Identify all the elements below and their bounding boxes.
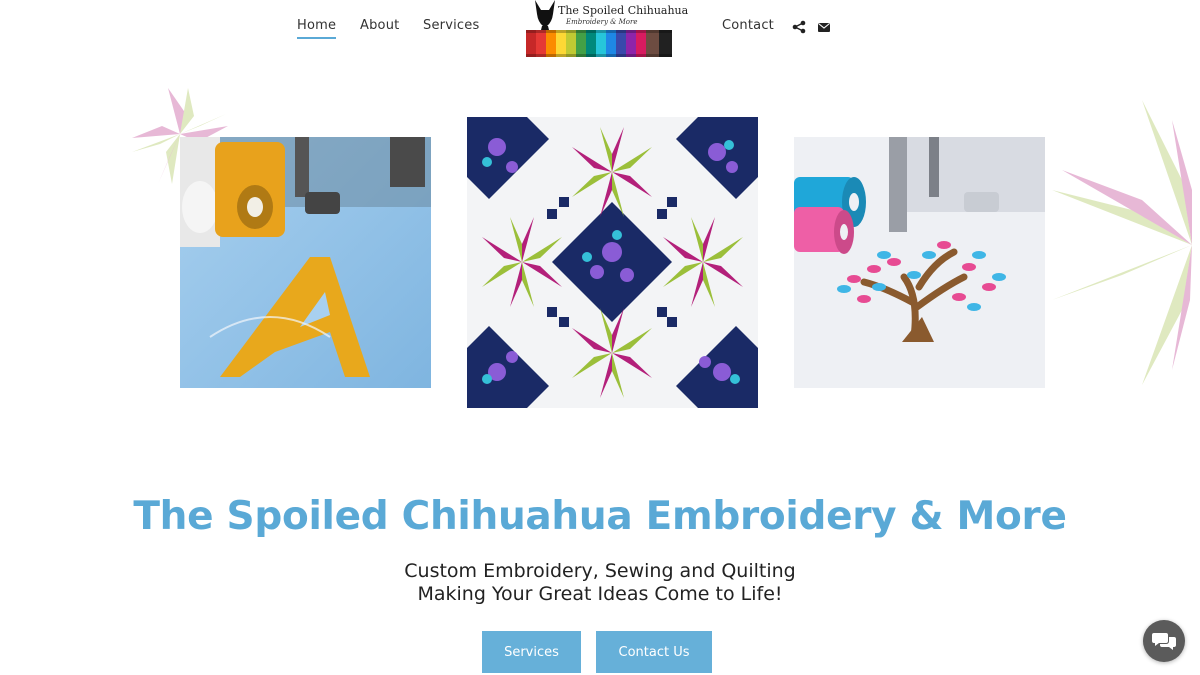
contact-us-button[interactable]: Contact Us [596, 631, 712, 673]
share-icon[interactable] [792, 20, 806, 34]
tagline-line-1: Custom Embroidery, Sewing and Quilting [404, 560, 796, 582]
quilt-photo [467, 117, 758, 408]
chihuahua-logo-icon [535, 0, 555, 30]
nav-services[interactable]: Services [423, 18, 479, 33]
site-logo[interactable]: The Spoiled Chihuahua Embroidery & More [526, 0, 688, 58]
chat-widget-button[interactable] [1143, 620, 1185, 662]
decorative-star-right [1052, 100, 1192, 385]
nav-contact[interactable]: Contact [722, 18, 774, 33]
hero-title: The Spoiled Chihuahua Embroidery & More [133, 494, 1067, 539]
embroidery-tree-photo [794, 137, 1045, 388]
chat-bubbles-icon [1152, 633, 1176, 650]
tagline-line-2: Making Your Great Ideas Come to Life! [417, 583, 783, 605]
embroidery-letter-photo [180, 137, 431, 388]
logo-name: The Spoiled Chihuahua [558, 4, 689, 17]
thread-spools-graphic [526, 30, 672, 57]
logo-subtitle: Embroidery & More [566, 18, 638, 26]
services-button[interactable]: Services [482, 631, 581, 673]
nav-home[interactable]: Home [297, 18, 337, 39]
envelope-icon[interactable] [817, 20, 831, 34]
nav-about[interactable]: About [360, 18, 399, 33]
